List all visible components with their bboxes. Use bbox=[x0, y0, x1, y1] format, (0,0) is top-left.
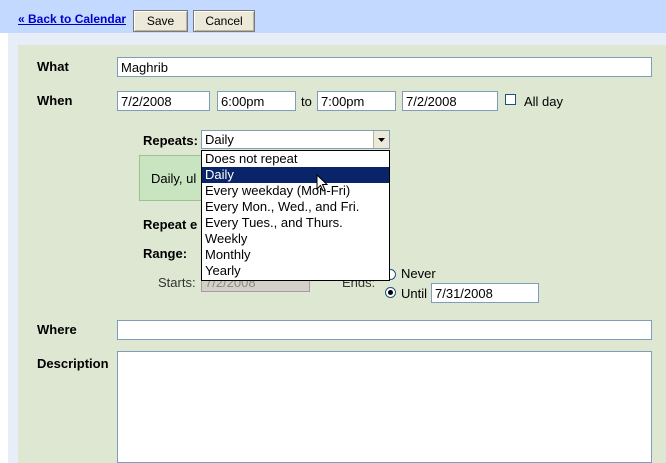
repeat-option-tues-thurs[interactable]: Every Tues., and Thurs. bbox=[202, 215, 389, 231]
all-day-checkbox[interactable] bbox=[505, 94, 516, 105]
repeats-label: Repeats: bbox=[143, 133, 198, 148]
description-textarea[interactable] bbox=[117, 351, 652, 463]
repeat-option-yearly[interactable]: Yearly bbox=[202, 263, 389, 279]
mouse-pointer-icon bbox=[316, 174, 328, 192]
repeat-option-mon-wed-fri[interactable]: Every Mon., Wed., and Fri. bbox=[202, 199, 389, 215]
where-label: Where bbox=[37, 322, 77, 337]
until-date-field[interactable]: 7/31/2008 bbox=[431, 283, 539, 303]
ends-until-radio[interactable] bbox=[385, 287, 396, 298]
repeat-summary-text: Daily, ul bbox=[151, 171, 197, 186]
back-to-calendar-link[interactable]: « Back to Calendar bbox=[18, 12, 126, 26]
repeats-select[interactable]: Daily bbox=[201, 130, 390, 149]
end-time-field[interactable]: 7:00pm bbox=[317, 91, 396, 111]
top-toolbar: « Back to Calendar Save Cancel bbox=[0, 0, 666, 33]
never-label: Never bbox=[401, 266, 436, 281]
starts-label: Starts: bbox=[158, 275, 196, 290]
repeat-option-monthly[interactable]: Monthly bbox=[202, 247, 389, 263]
what-field[interactable]: Maghrib bbox=[117, 57, 652, 77]
repeat-every-label: Repeat e bbox=[143, 217, 198, 232]
chevron-down-icon[interactable] bbox=[373, 131, 389, 148]
range-label: Range: bbox=[143, 246, 188, 261]
save-button-label: Save bbox=[146, 14, 175, 28]
end-date-field[interactable]: 7/2/2008 bbox=[402, 91, 498, 111]
repeats-selected-value: Daily bbox=[205, 132, 234, 147]
description-label: Description bbox=[37, 356, 109, 371]
all-day-label: All day bbox=[524, 94, 564, 109]
until-label: Until bbox=[401, 286, 428, 301]
repeats-dropdown-list[interactable]: Does not repeat Daily Every weekday (Mon… bbox=[201, 150, 390, 281]
to-label: to bbox=[301, 94, 312, 109]
when-label: When bbox=[37, 93, 73, 108]
cancel-button[interactable]: Cancel bbox=[193, 10, 255, 32]
where-field[interactable] bbox=[117, 320, 652, 340]
start-date-field[interactable]: 7/2/2008 bbox=[117, 91, 210, 111]
repeat-option-weekly[interactable]: Weekly bbox=[202, 231, 389, 247]
cancel-button-label: Cancel bbox=[205, 14, 243, 28]
repeat-option-daily[interactable]: Daily bbox=[202, 167, 389, 183]
start-time-field[interactable]: 6:00pm bbox=[217, 91, 296, 111]
save-button[interactable]: Save bbox=[133, 10, 188, 32]
what-label: What bbox=[37, 59, 69, 74]
repeat-option-does-not-repeat[interactable]: Does not repeat bbox=[202, 151, 389, 167]
repeat-option-every-weekday[interactable]: Every weekday (Mon-Fri) bbox=[202, 183, 389, 199]
